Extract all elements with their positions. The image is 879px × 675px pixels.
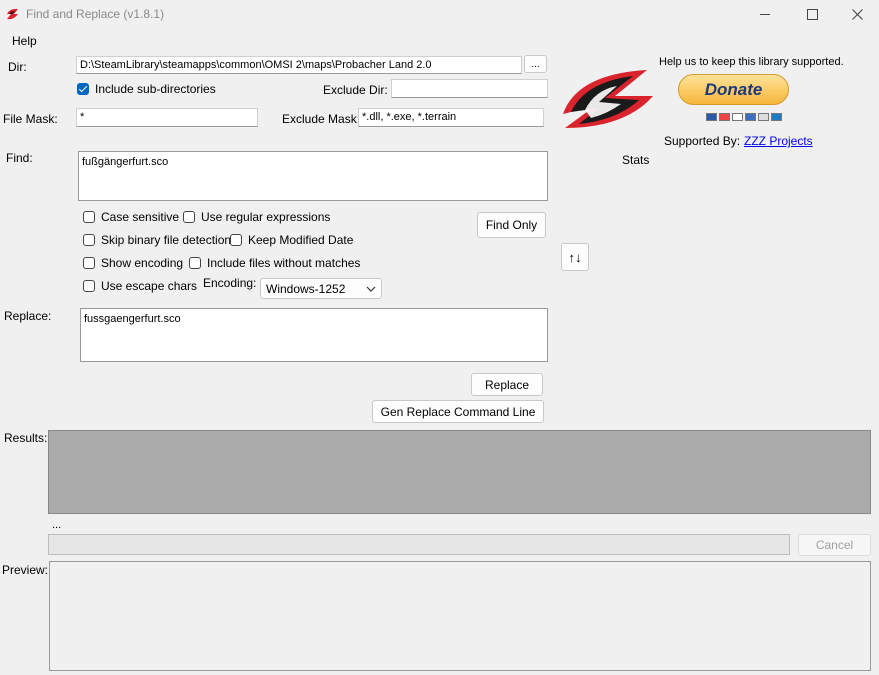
checkbox-icon [230, 234, 242, 246]
encoding-value: Windows-1252 [266, 281, 346, 296]
include-subdirs-label: Include sub-directories [95, 82, 216, 96]
card-icon [706, 113, 717, 121]
encoding-label: Encoding: [203, 276, 257, 290]
checkbox-icon [83, 280, 95, 292]
app-icon [7, 8, 18, 20]
maximize-icon [806, 8, 818, 20]
chevron-down-icon [366, 286, 376, 292]
supported-by-label: Supported By: [664, 134, 741, 148]
card-icon [758, 113, 769, 121]
skip-binary-label: Skip binary file detection [101, 233, 232, 247]
progress-bar [48, 534, 790, 555]
include-no-matches-label: Include files without matches [207, 256, 361, 270]
checkbox-icon [189, 257, 201, 269]
checkbox-icon [83, 257, 95, 269]
checkbox-checked-icon [77, 83, 89, 95]
show-encoding-checkbox[interactable]: Show encoding [83, 256, 183, 270]
checkbox-icon [83, 234, 95, 246]
minimize-button[interactable] [742, 0, 788, 28]
minimize-icon [760, 13, 770, 15]
keep-modified-label: Keep Modified Date [248, 233, 354, 247]
card-icon [719, 113, 730, 121]
use-escape-checkbox[interactable]: Use escape chars [83, 279, 197, 293]
replace-label: Replace: [4, 309, 52, 323]
close-button[interactable] [834, 0, 879, 28]
maximize-button[interactable] [789, 0, 835, 28]
file-mask-input[interactable]: * [76, 108, 258, 127]
exclude-mask-input[interactable]: *.dll, *.exe, *.terrain [358, 108, 544, 127]
use-escape-label: Use escape chars [101, 279, 198, 293]
checkbox-icon [83, 211, 95, 223]
cancel-button[interactable]: Cancel [798, 534, 871, 556]
card-icon [745, 113, 756, 121]
payment-cards [706, 113, 782, 121]
status-text: ... [52, 519, 62, 531]
zzz-logo-icon [563, 70, 653, 128]
close-icon [851, 8, 863, 20]
results-label: Results: [4, 431, 48, 445]
skip-binary-checkbox[interactable]: Skip binary file detection [83, 233, 231, 247]
preview-area[interactable] [49, 561, 871, 671]
gen-command-line-button[interactable]: Gen Replace Command Line [372, 400, 544, 423]
use-regex-checkbox[interactable]: Use regular expressions [183, 210, 330, 224]
checkbox-icon [183, 211, 195, 223]
use-regex-label: Use regular expressions [201, 210, 331, 224]
encoding-select[interactable]: Windows-1252 [260, 278, 382, 299]
stats-label: Stats [622, 153, 650, 167]
exclude-dir-label: Exclude Dir: [323, 83, 388, 97]
card-icon [771, 113, 782, 121]
show-encoding-label: Show encoding [101, 256, 184, 270]
browse-button[interactable]: ... [524, 55, 547, 73]
zzz-projects-link[interactable]: ZZZ Projects [744, 134, 813, 148]
dir-label: Dir: [8, 60, 27, 74]
donate-button[interactable]: Donate [678, 74, 789, 105]
keep-modified-checkbox[interactable]: Keep Modified Date [230, 233, 353, 247]
exclude-dir-input[interactable] [391, 79, 548, 98]
dir-input[interactable]: D:\SteamLibrary\steamapps\common\OMSI 2\… [76, 56, 522, 74]
menu-help[interactable]: Help [12, 34, 37, 48]
card-icon [732, 113, 743, 121]
replace-button[interactable]: Replace [471, 373, 543, 396]
case-sensitive-label: Case sensitive [101, 210, 180, 224]
window-title: Find and Replace (v1.8.1) [26, 7, 165, 21]
swap-button[interactable]: ↑↓ [561, 243, 589, 271]
replace-textarea[interactable]: fussgaengerfurt.sco [80, 308, 548, 362]
case-sensitive-checkbox[interactable]: Case sensitive [83, 210, 179, 224]
find-textarea[interactable]: fußgängerfurt.sco [78, 151, 548, 201]
exclude-mask-label: Exclude Mask: [282, 112, 361, 126]
find-only-button[interactable]: Find Only [477, 212, 546, 238]
preview-label: Preview: [2, 563, 49, 577]
results-list[interactable] [48, 430, 871, 514]
find-label: Find: [6, 151, 33, 165]
support-help-text: Help us to keep this library supported. [659, 56, 844, 68]
file-mask-label: File Mask: [3, 112, 58, 126]
include-subdirs-checkbox[interactable]: Include sub-directories [77, 82, 216, 96]
include-no-matches-checkbox[interactable]: Include files without matches [189, 256, 360, 270]
